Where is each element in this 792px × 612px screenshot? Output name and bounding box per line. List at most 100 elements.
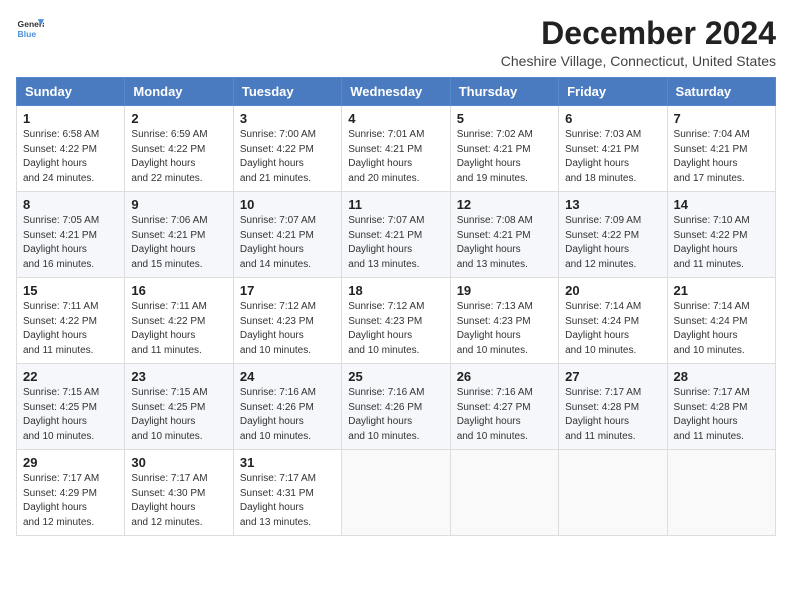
day-number: 18 [348, 283, 443, 298]
day-info: Sunrise: 7:11 AM Sunset: 4:22 PM Dayligh… [23, 300, 118, 358]
day-number: 31 [240, 455, 335, 470]
calendar-cell: 31 Sunrise: 7:17 AM Sunset: 4:31 PM Dayl… [233, 450, 341, 536]
calendar-cell: 19 Sunrise: 7:13 AM Sunset: 4:23 PM Dayl… [450, 278, 558, 364]
calendar-cell: 14 Sunrise: 7:10 AM Sunset: 4:22 PM Dayl… [667, 192, 775, 278]
day-number: 11 [348, 197, 443, 212]
day-info: Sunrise: 7:17 AM Sunset: 4:28 PM Dayligh… [674, 386, 769, 444]
day-info: Sunrise: 7:16 AM Sunset: 4:26 PM Dayligh… [348, 386, 443, 444]
day-number: 13 [565, 197, 660, 212]
calendar-cell: 21 Sunrise: 7:14 AM Sunset: 4:24 PM Dayl… [667, 278, 775, 364]
day-info: Sunrise: 7:12 AM Sunset: 4:23 PM Dayligh… [348, 300, 443, 358]
day-header-thursday: Thursday [450, 78, 558, 106]
day-info: Sunrise: 7:14 AM Sunset: 4:24 PM Dayligh… [565, 300, 660, 358]
calendar-cell: 1 Sunrise: 6:58 AM Sunset: 4:22 PM Dayli… [17, 106, 125, 192]
calendar-cell: 29 Sunrise: 7:17 AM Sunset: 4:29 PM Dayl… [17, 450, 125, 536]
calendar-cell [559, 450, 667, 536]
day-info: Sunrise: 7:17 AM Sunset: 4:30 PM Dayligh… [131, 472, 226, 530]
day-info: Sunrise: 7:15 AM Sunset: 4:25 PM Dayligh… [23, 386, 118, 444]
day-info: Sunrise: 6:59 AM Sunset: 4:22 PM Dayligh… [131, 128, 226, 186]
calendar-cell: 6 Sunrise: 7:03 AM Sunset: 4:21 PM Dayli… [559, 106, 667, 192]
day-number: 17 [240, 283, 335, 298]
day-number: 30 [131, 455, 226, 470]
day-number: 9 [131, 197, 226, 212]
day-info: Sunrise: 7:03 AM Sunset: 4:21 PM Dayligh… [565, 128, 660, 186]
day-info: Sunrise: 7:15 AM Sunset: 4:25 PM Dayligh… [131, 386, 226, 444]
calendar-cell: 17 Sunrise: 7:12 AM Sunset: 4:23 PM Dayl… [233, 278, 341, 364]
calendar-header-row: SundayMondayTuesdayWednesdayThursdayFrid… [17, 78, 776, 106]
calendar-cell: 16 Sunrise: 7:11 AM Sunset: 4:22 PM Dayl… [125, 278, 233, 364]
calendar-cell [342, 450, 450, 536]
calendar-cell: 30 Sunrise: 7:17 AM Sunset: 4:30 PM Dayl… [125, 450, 233, 536]
day-number: 10 [240, 197, 335, 212]
calendar-cell [450, 450, 558, 536]
calendar-cell: 18 Sunrise: 7:12 AM Sunset: 4:23 PM Dayl… [342, 278, 450, 364]
day-info: Sunrise: 7:00 AM Sunset: 4:22 PM Dayligh… [240, 128, 335, 186]
calendar-cell: 9 Sunrise: 7:06 AM Sunset: 4:21 PM Dayli… [125, 192, 233, 278]
day-number: 2 [131, 111, 226, 126]
logo-icon: General Blue [16, 16, 44, 44]
calendar-week-row: 1 Sunrise: 6:58 AM Sunset: 4:22 PM Dayli… [17, 106, 776, 192]
day-number: 8 [23, 197, 118, 212]
calendar-week-row: 15 Sunrise: 7:11 AM Sunset: 4:22 PM Dayl… [17, 278, 776, 364]
day-info: Sunrise: 7:17 AM Sunset: 4:28 PM Dayligh… [565, 386, 660, 444]
day-info: Sunrise: 7:12 AM Sunset: 4:23 PM Dayligh… [240, 300, 335, 358]
day-info: Sunrise: 7:01 AM Sunset: 4:21 PM Dayligh… [348, 128, 443, 186]
calendar-cell: 13 Sunrise: 7:09 AM Sunset: 4:22 PM Dayl… [559, 192, 667, 278]
day-number: 7 [674, 111, 769, 126]
day-info: Sunrise: 7:17 AM Sunset: 4:29 PM Dayligh… [23, 472, 118, 530]
calendar-table: SundayMondayTuesdayWednesdayThursdayFrid… [16, 77, 776, 536]
day-number: 6 [565, 111, 660, 126]
day-number: 20 [565, 283, 660, 298]
day-number: 22 [23, 369, 118, 384]
calendar-cell: 5 Sunrise: 7:02 AM Sunset: 4:21 PM Dayli… [450, 106, 558, 192]
calendar-cell: 4 Sunrise: 7:01 AM Sunset: 4:21 PM Dayli… [342, 106, 450, 192]
calendar-cell: 3 Sunrise: 7:00 AM Sunset: 4:22 PM Dayli… [233, 106, 341, 192]
calendar-cell: 23 Sunrise: 7:15 AM Sunset: 4:25 PM Dayl… [125, 364, 233, 450]
calendar-cell: 15 Sunrise: 7:11 AM Sunset: 4:22 PM Dayl… [17, 278, 125, 364]
day-number: 4 [348, 111, 443, 126]
calendar-cell: 10 Sunrise: 7:07 AM Sunset: 4:21 PM Dayl… [233, 192, 341, 278]
day-info: Sunrise: 7:14 AM Sunset: 4:24 PM Dayligh… [674, 300, 769, 358]
logo: General Blue [16, 16, 44, 44]
day-number: 25 [348, 369, 443, 384]
svg-text:Blue: Blue [18, 29, 37, 39]
day-number: 23 [131, 369, 226, 384]
day-info: Sunrise: 7:09 AM Sunset: 4:22 PM Dayligh… [565, 214, 660, 272]
day-number: 24 [240, 369, 335, 384]
day-info: Sunrise: 7:02 AM Sunset: 4:21 PM Dayligh… [457, 128, 552, 186]
calendar-week-row: 29 Sunrise: 7:17 AM Sunset: 4:29 PM Dayl… [17, 450, 776, 536]
calendar-cell: 26 Sunrise: 7:16 AM Sunset: 4:27 PM Dayl… [450, 364, 558, 450]
day-info: Sunrise: 7:16 AM Sunset: 4:27 PM Dayligh… [457, 386, 552, 444]
calendar-cell: 12 Sunrise: 7:08 AM Sunset: 4:21 PM Dayl… [450, 192, 558, 278]
calendar-cell [667, 450, 775, 536]
calendar-cell: 8 Sunrise: 7:05 AM Sunset: 4:21 PM Dayli… [17, 192, 125, 278]
calendar-cell: 27 Sunrise: 7:17 AM Sunset: 4:28 PM Dayl… [559, 364, 667, 450]
calendar-cell: 28 Sunrise: 7:17 AM Sunset: 4:28 PM Dayl… [667, 364, 775, 450]
day-info: Sunrise: 7:17 AM Sunset: 4:31 PM Dayligh… [240, 472, 335, 530]
calendar-week-row: 22 Sunrise: 7:15 AM Sunset: 4:25 PM Dayl… [17, 364, 776, 450]
calendar-cell: 25 Sunrise: 7:16 AM Sunset: 4:26 PM Dayl… [342, 364, 450, 450]
day-header-monday: Monday [125, 78, 233, 106]
day-info: Sunrise: 7:07 AM Sunset: 4:21 PM Dayligh… [240, 214, 335, 272]
day-info: Sunrise: 7:10 AM Sunset: 4:22 PM Dayligh… [674, 214, 769, 272]
day-header-tuesday: Tuesday [233, 78, 341, 106]
day-number: 14 [674, 197, 769, 212]
day-info: Sunrise: 7:13 AM Sunset: 4:23 PM Dayligh… [457, 300, 552, 358]
calendar-week-row: 8 Sunrise: 7:05 AM Sunset: 4:21 PM Dayli… [17, 192, 776, 278]
day-number: 29 [23, 455, 118, 470]
day-info: Sunrise: 7:06 AM Sunset: 4:21 PM Dayligh… [131, 214, 226, 272]
day-number: 12 [457, 197, 552, 212]
day-number: 27 [565, 369, 660, 384]
calendar-cell: 24 Sunrise: 7:16 AM Sunset: 4:26 PM Dayl… [233, 364, 341, 450]
calendar-cell: 22 Sunrise: 7:15 AM Sunset: 4:25 PM Dayl… [17, 364, 125, 450]
calendar-cell: 2 Sunrise: 6:59 AM Sunset: 4:22 PM Dayli… [125, 106, 233, 192]
day-number: 16 [131, 283, 226, 298]
day-number: 3 [240, 111, 335, 126]
day-number: 1 [23, 111, 118, 126]
day-header-wednesday: Wednesday [342, 78, 450, 106]
day-number: 28 [674, 369, 769, 384]
day-info: Sunrise: 7:11 AM Sunset: 4:22 PM Dayligh… [131, 300, 226, 358]
calendar-cell: 7 Sunrise: 7:04 AM Sunset: 4:21 PM Dayli… [667, 106, 775, 192]
day-info: Sunrise: 7:16 AM Sunset: 4:26 PM Dayligh… [240, 386, 335, 444]
page-header: General Blue December 2024 Cheshire Vill… [16, 16, 776, 69]
